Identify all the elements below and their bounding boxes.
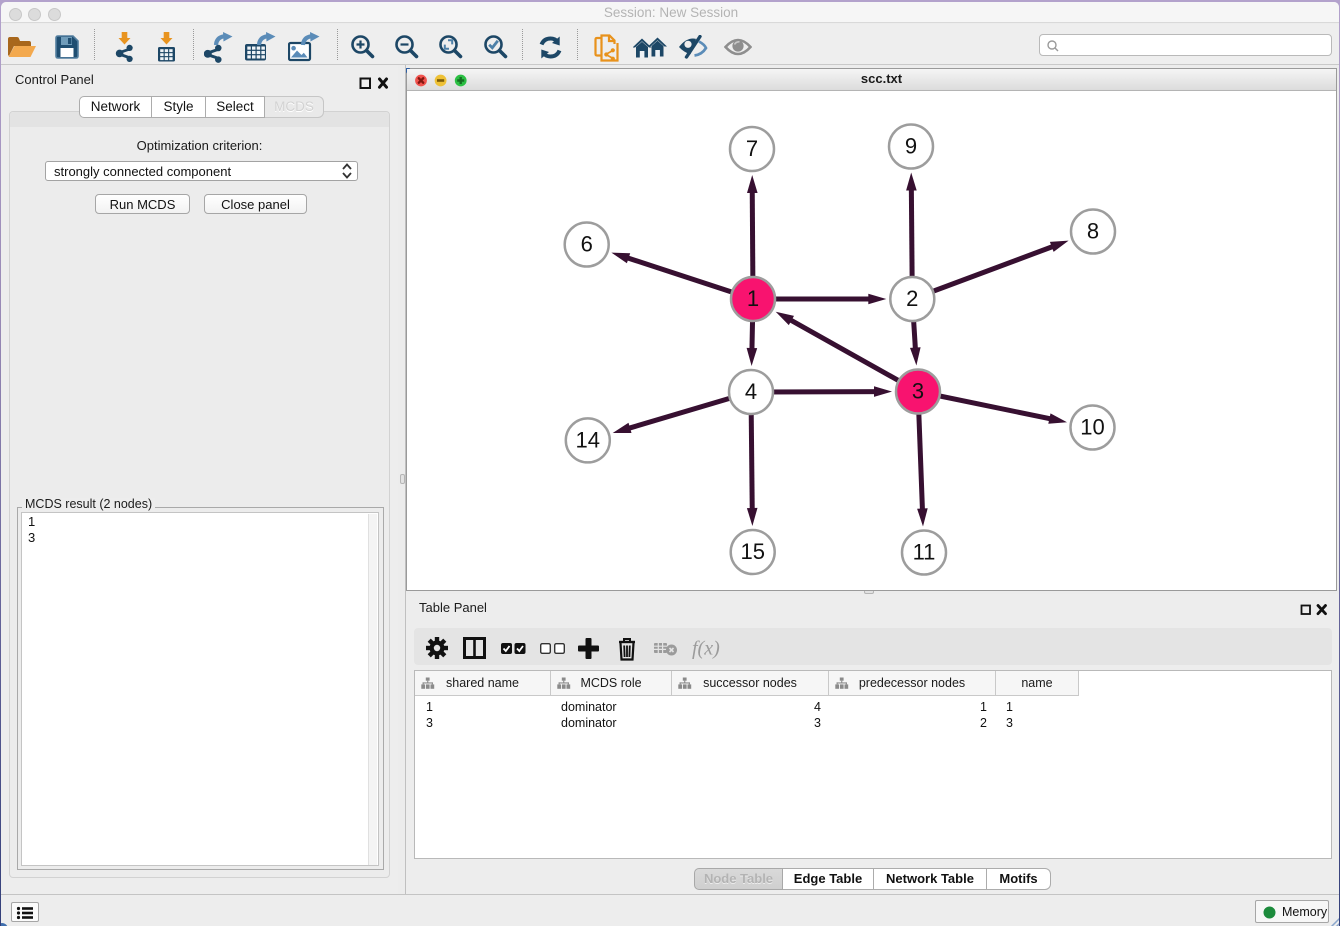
svg-text:15: 15 xyxy=(740,539,764,564)
svg-text:3: 3 xyxy=(912,379,924,404)
svg-text:2: 2 xyxy=(906,286,918,311)
svg-text:10: 10 xyxy=(1080,415,1104,440)
svg-text:6: 6 xyxy=(581,232,593,257)
svg-text:7: 7 xyxy=(746,136,758,161)
svg-text:f(x): f(x) xyxy=(692,638,720,660)
svg-text:11: 11 xyxy=(913,540,936,565)
svg-text:4: 4 xyxy=(745,379,757,404)
svg-text:1: 1 xyxy=(747,286,759,311)
svg-text:8: 8 xyxy=(1087,219,1099,244)
svg-text:9: 9 xyxy=(905,134,917,159)
svg-text:14: 14 xyxy=(576,427,600,452)
